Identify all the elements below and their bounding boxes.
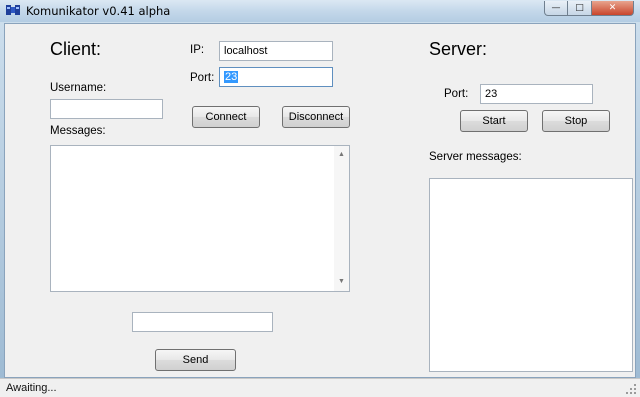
server-messages-label: Server messages: xyxy=(429,151,522,163)
maximize-icon: □ xyxy=(575,3,584,13)
status-bar: Awaiting... xyxy=(0,378,640,397)
ip-input[interactable]: localhost xyxy=(219,41,333,61)
scroll-up-icon[interactable]: ▲ xyxy=(334,148,349,162)
close-icon: ✕ xyxy=(608,3,617,13)
disconnect-button[interactable]: Disconnect xyxy=(282,106,350,128)
messages-scrollbar[interactable]: ▲ ▼ xyxy=(334,146,349,291)
window-controls: — □ ✕ xyxy=(544,1,634,16)
minimize-icon: — xyxy=(551,3,561,13)
status-text: Awaiting... xyxy=(6,382,57,394)
server-heading: Server: xyxy=(429,39,488,59)
client-heading: Client: xyxy=(50,39,102,59)
client-port-label: Port: xyxy=(190,72,215,84)
client-area: Client: IP: localhost Port: 23 Username:… xyxy=(4,23,636,378)
server-messages-area[interactable] xyxy=(429,178,633,372)
stop-button[interactable]: Stop xyxy=(542,110,610,132)
send-button[interactable]: Send xyxy=(155,349,236,371)
resize-grip-icon[interactable] xyxy=(625,383,637,395)
window-title: Komunikator v0.41 alpha xyxy=(26,4,171,18)
username-input[interactable] xyxy=(50,99,163,119)
app-window: Komunikator v0.41 alpha — □ ✕ Client: IP… xyxy=(0,0,640,397)
client-port-value: 23 xyxy=(224,71,239,83)
close-button[interactable]: ✕ xyxy=(592,1,634,16)
message-input[interactable] xyxy=(132,312,273,332)
username-label: Username: xyxy=(50,82,107,94)
connect-button[interactable]: Connect xyxy=(192,106,260,128)
ip-label: IP: xyxy=(190,44,205,56)
server-port-label: Port: xyxy=(444,88,469,100)
server-port-input[interactable]: 23 xyxy=(480,84,593,104)
maximize-button[interactable]: □ xyxy=(568,1,592,16)
app-icon xyxy=(6,5,20,15)
title-bar[interactable]: Komunikator v0.41 alpha — □ ✕ xyxy=(0,0,640,22)
start-button[interactable]: Start xyxy=(460,110,528,132)
scroll-down-icon[interactable]: ▼ xyxy=(334,275,349,289)
minimize-button[interactable]: — xyxy=(544,1,568,16)
messages-area[interactable]: ▲ ▼ xyxy=(50,145,350,292)
messages-label: Messages: xyxy=(50,125,106,137)
client-port-input[interactable]: 23 xyxy=(219,67,333,87)
